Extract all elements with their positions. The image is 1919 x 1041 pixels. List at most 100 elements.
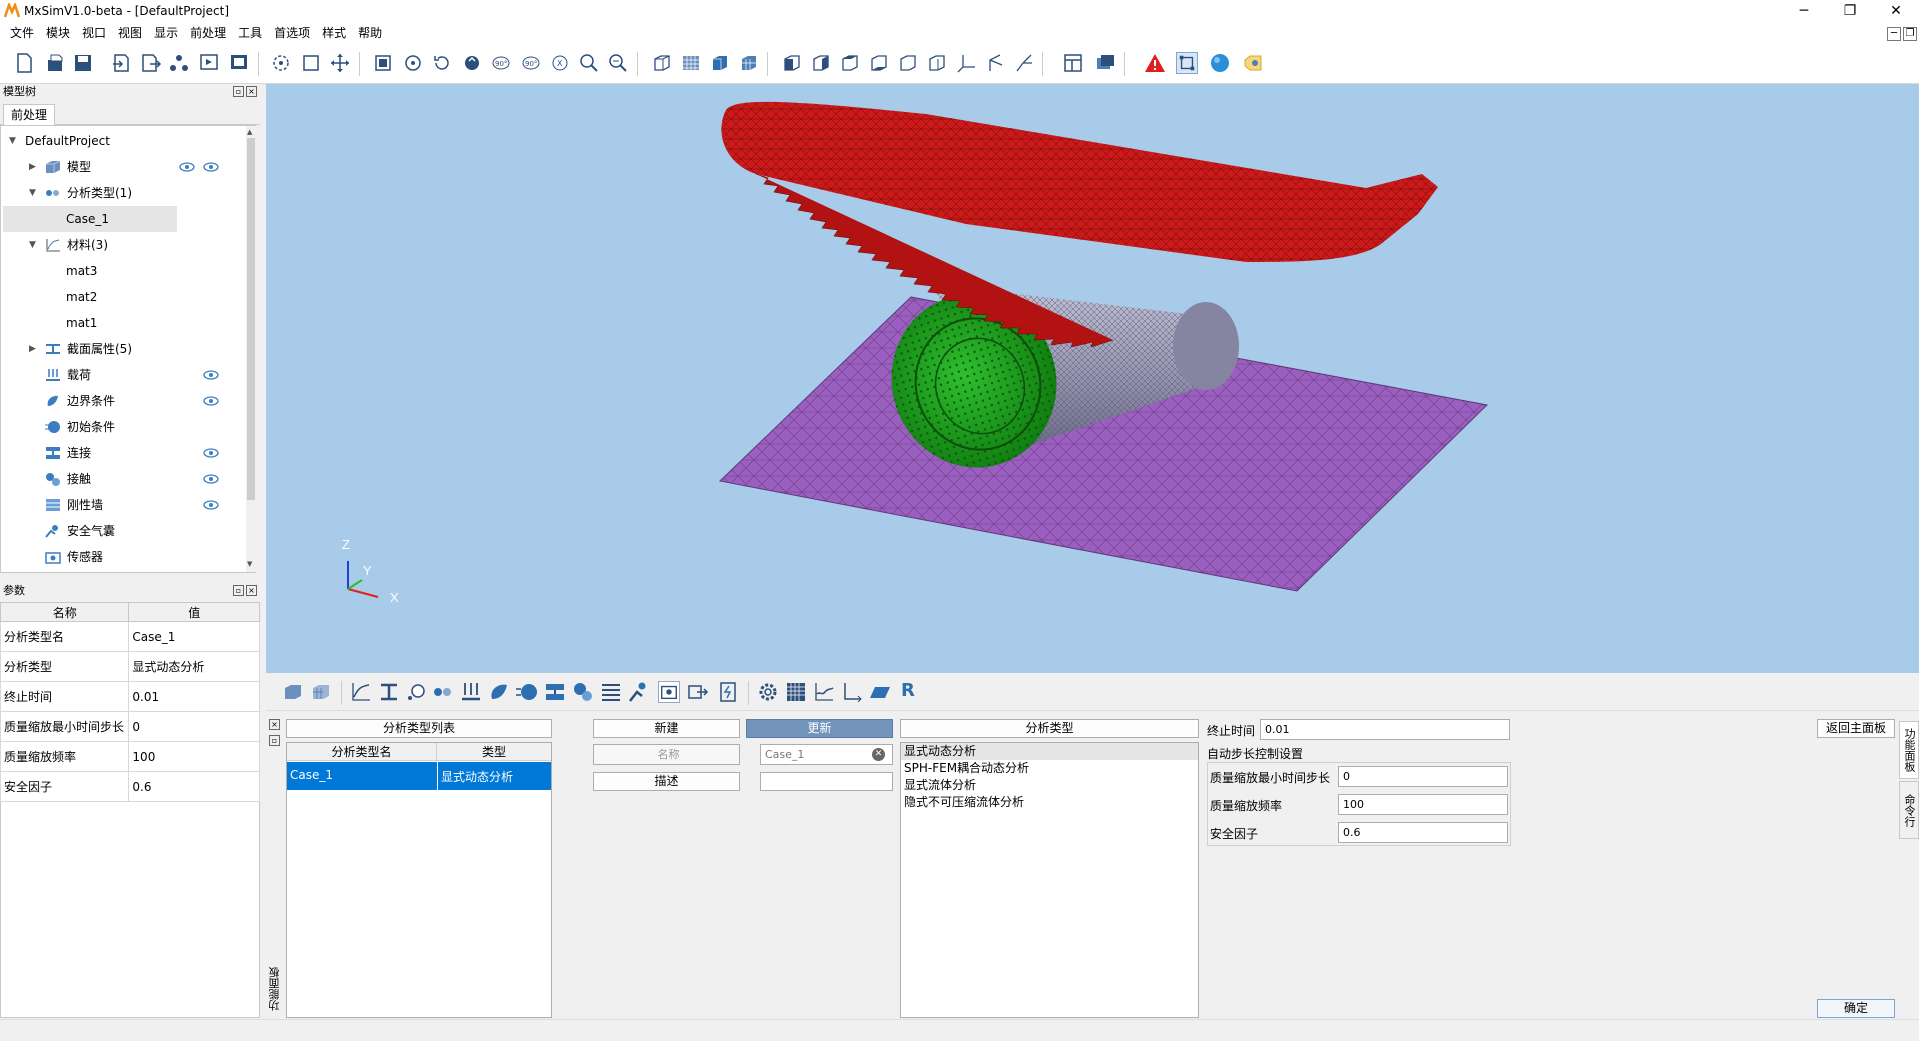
zoom-in-icon[interactable]	[578, 52, 600, 74]
rotate-90-icon[interactable]: 90°	[490, 52, 512, 74]
r-icon[interactable]: R	[901, 680, 915, 701]
view-back-icon[interactable]	[810, 52, 832, 74]
pan-icon[interactable]	[329, 52, 351, 74]
view-bottom-icon[interactable]	[868, 52, 890, 74]
tree-item-model[interactable]: ▶ 模型	[1, 154, 247, 180]
back-to-main-button[interactable]: 返回主面板	[1817, 719, 1895, 738]
tree-item-mat2[interactable]: mat2	[1, 284, 247, 310]
layout-icon[interactable]	[1062, 52, 1084, 74]
end-time-input[interactable]: 0.01	[1260, 719, 1510, 740]
list-item[interactable]: 隐式不可压缩流体分析	[901, 794, 1198, 811]
list-item[interactable]: 显式流体分析	[901, 777, 1198, 794]
shaded-mesh-icon[interactable]	[738, 52, 760, 74]
menu-preprocess[interactable]: 前处理	[184, 22, 232, 44]
clear-icon[interactable]: ✕	[872, 748, 885, 761]
list-item[interactable]: SPH-FEM耦合动态分析	[901, 760, 1198, 777]
table-row[interactable]: 分析类型 显式动态分析	[0, 651, 260, 682]
load-icon[interactable]	[460, 681, 482, 703]
mesh-view-icon[interactable]	[680, 52, 702, 74]
new-file-icon[interactable]	[13, 52, 35, 74]
tree-item-case1[interactable]: Case_1	[3, 206, 177, 232]
tree-item-materials[interactable]: ▼ 材料(3)	[1, 232, 247, 258]
post-icon[interactable]	[228, 52, 250, 74]
connection-icon[interactable]	[544, 681, 566, 703]
rotate-center-icon[interactable]	[402, 52, 424, 74]
open-file-icon[interactable]	[44, 52, 66, 74]
job-icon[interactable]	[717, 681, 739, 703]
node-icon[interactable]	[406, 681, 428, 703]
tree-item-sections[interactable]: ▶ 截面属性(5)	[1, 336, 247, 362]
tree-item-boundary[interactable]: 边界条件	[1, 388, 247, 414]
table-row[interactable]: 分析类型名 Case_1	[0, 621, 260, 652]
describe-input[interactable]	[760, 772, 893, 791]
panel-float-button[interactable]: ▫	[233, 585, 244, 596]
solver-icon[interactable]	[198, 52, 220, 74]
tree-item-sensor[interactable]: 传感器	[1, 544, 247, 570]
tab-command-line[interactable]: 命令行	[1899, 781, 1919, 839]
menu-file[interactable]: 文件	[4, 22, 40, 44]
table-row[interactable]: 质量缩放最小时间步长 0	[0, 711, 260, 742]
visibility-eye-icon[interactable]	[179, 162, 195, 172]
float-icon[interactable]: ▫	[269, 735, 280, 746]
3d-viewport[interactable]: Z Y X	[266, 84, 1919, 673]
menu-viewport[interactable]: 视口	[76, 22, 112, 44]
panel-close-button[interactable]: ×	[246, 86, 257, 97]
plane-icon[interactable]	[869, 681, 891, 703]
view-left-icon[interactable]	[897, 52, 919, 74]
visibility-eye-icon[interactable]	[203, 448, 219, 458]
view-axis-2-icon[interactable]	[1012, 52, 1034, 74]
table-row[interactable]: 安全因子 0.6	[0, 771, 260, 802]
rotate-view-icon[interactable]	[431, 52, 453, 74]
menu-view[interactable]: 视图	[112, 22, 148, 44]
zoom-box-icon[interactable]	[300, 52, 322, 74]
restore-button[interactable]: ❐	[1827, 0, 1873, 22]
describe-button[interactable]: 描述	[593, 772, 740, 791]
tree-item-contact[interactable]: 接触	[1, 466, 247, 492]
tree-item-rigid-wall[interactable]: 刚性墙	[1, 492, 247, 518]
menu-help[interactable]: 帮助	[352, 22, 388, 44]
sphere-icon[interactable]	[1209, 52, 1231, 74]
freq-input[interactable]: 100	[1338, 794, 1508, 815]
confirm-button[interactable]: 确定	[1817, 999, 1895, 1018]
view-right-icon[interactable]	[926, 52, 948, 74]
window-icon[interactable]	[1094, 52, 1116, 74]
panel-float-button[interactable]: ▫	[233, 86, 244, 97]
tab-function-panel[interactable]: 功能面板	[1899, 721, 1919, 779]
curve-icon[interactable]	[813, 681, 835, 703]
import-icon[interactable]	[110, 52, 132, 74]
table-row[interactable]: 质量缩放频率 100	[0, 741, 260, 772]
menu-module[interactable]: 模块	[40, 22, 76, 44]
part-icon[interactable]	[282, 681, 304, 703]
warning-icon[interactable]	[1144, 52, 1166, 74]
tab-preprocess[interactable]: 前处理	[3, 104, 55, 126]
rotate-icon[interactable]	[270, 52, 292, 74]
new-button[interactable]: 新建	[593, 719, 740, 738]
tree-item-mat3[interactable]: mat3	[1, 258, 247, 284]
mdi-restore-button[interactable]: ❐	[1903, 27, 1917, 41]
update-button[interactable]: 更新	[746, 719, 893, 738]
rotate-x-icon[interactable]: X	[549, 52, 571, 74]
coordinate-icon[interactable]	[841, 681, 863, 703]
boundary-icon[interactable]	[488, 681, 510, 703]
visibility-eye-icon[interactable]	[203, 474, 219, 484]
view-front-icon[interactable]	[781, 52, 803, 74]
mesh-icon[interactable]	[310, 681, 332, 703]
analysis-icon[interactable]	[432, 681, 454, 703]
tree-item-loads[interactable]: 载荷	[1, 362, 247, 388]
menu-display[interactable]: 显示	[148, 22, 184, 44]
output-icon[interactable]	[687, 681, 709, 703]
tree-item-analysis-type[interactable]: ▼ 分析类型(1)	[1, 180, 247, 206]
tree-scrollbar[interactable]: ▲ ▼	[246, 126, 256, 572]
view-axis-icon[interactable]	[984, 52, 1006, 74]
export-icon[interactable]	[140, 52, 162, 74]
close-button[interactable]: ✕	[1873, 0, 1919, 22]
airbag-icon[interactable]	[628, 681, 650, 703]
rotate-90-ccw-icon[interactable]: 90°	[520, 52, 542, 74]
menu-style[interactable]: 样式	[316, 22, 352, 44]
section-icon[interactable]	[378, 681, 400, 703]
contact-icon[interactable]	[572, 681, 594, 703]
mdi-minimize-button[interactable]: ─	[1887, 27, 1901, 41]
visibility-eye-icon[interactable]	[203, 500, 219, 510]
model-tree-icon[interactable]	[168, 52, 190, 74]
rigid-wall-icon[interactable]	[600, 681, 622, 703]
